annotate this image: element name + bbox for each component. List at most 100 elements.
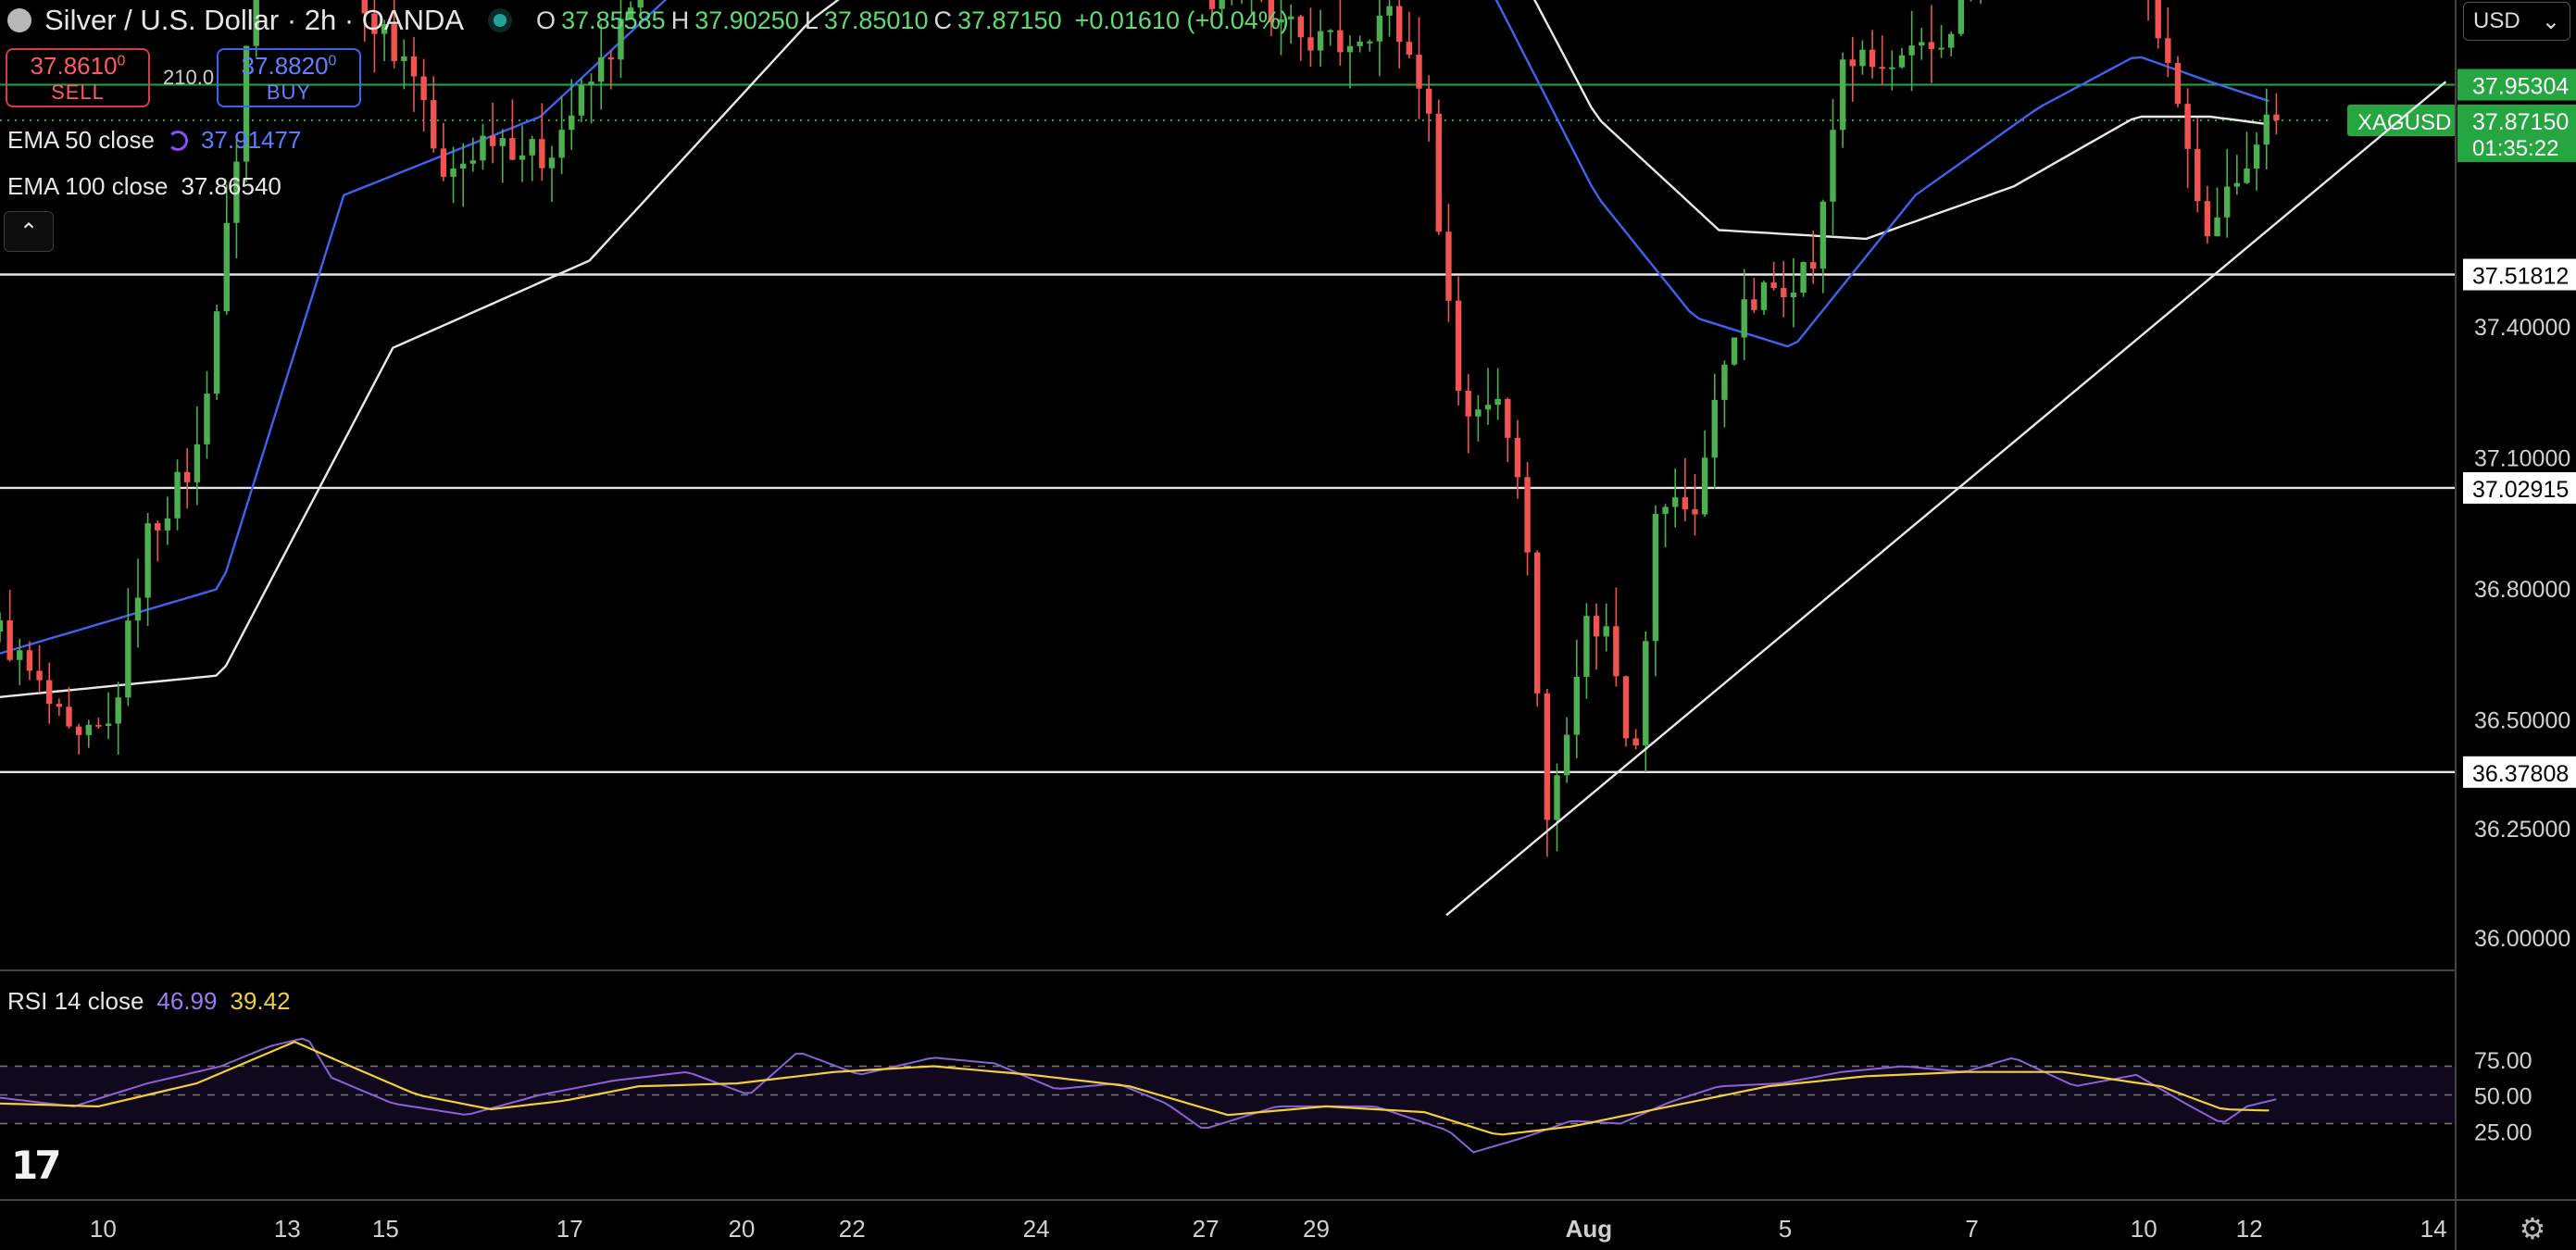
- ohlc-readout: O 37.85585 H 37.90250 L 37.85010 C 37.87150 …: [536, 6, 1289, 35]
- price-tick-label: 37.10000: [2474, 446, 2570, 472]
- ema100-legend[interactable]: EMA 100 close 37.86540: [7, 172, 281, 201]
- countdown-label: 01:35:22: [2472, 136, 2558, 161]
- candle-body: [2184, 104, 2191, 149]
- sync-icon[interactable]: [167, 130, 188, 151]
- candle-body: [1603, 626, 1609, 637]
- gear-icon[interactable]: ⚙: [2515, 1211, 2550, 1246]
- candle-body: [1416, 55, 1422, 89]
- candles: [0, 0, 2280, 857]
- candle-body: [558, 130, 565, 158]
- sell-price: 37.86100: [30, 51, 126, 80]
- tradingview-logo-icon[interactable]: 17: [11, 1143, 61, 1188]
- candle-body: [1583, 616, 1590, 677]
- candle-body: [125, 620, 131, 698]
- candle-body: [1760, 282, 1768, 310]
- candle-body: [1406, 42, 1413, 56]
- candle-body: [1357, 41, 1363, 46]
- collapse-legend-button[interactable]: ⌃: [4, 211, 54, 252]
- candle-body: [164, 518, 171, 531]
- live-status-icon: [494, 14, 507, 27]
- candle-body: [1514, 437, 1521, 478]
- candle-body: [36, 670, 43, 681]
- candle-body: [75, 726, 82, 735]
- price-tick-label: 36.25000: [2474, 817, 2570, 843]
- time-tick-label: 10: [90, 1215, 117, 1243]
- chart-header: Silver / U.S. Dollar · 2h · OANDA O 37.85…: [0, 0, 1289, 41]
- candle-body: [1908, 45, 1915, 56]
- candle-body: [1652, 514, 1659, 642]
- candle-body: [1505, 398, 1511, 438]
- rsi-legend[interactable]: RSI 14 close 46.99 39.42: [7, 987, 291, 1016]
- candle-body: [1613, 626, 1619, 677]
- candle-body: [420, 76, 427, 101]
- candle-body: [2273, 114, 2280, 120]
- silver-symbol-icon[interactable]: [7, 8, 31, 32]
- candle-body: [1889, 67, 1895, 69]
- change-value: +0.01610 (+0.04%): [1074, 6, 1289, 34]
- candle-body: [548, 157, 556, 169]
- candle-body: [1307, 37, 1314, 51]
- price-chart[interactable]: 39.5252538.9718138.4862837.5181237.02915…: [0, 0, 2576, 1250]
- candle-body: [588, 81, 594, 85]
- close-value: 37.87150: [957, 6, 1062, 34]
- candle-body: [578, 84, 585, 116]
- rsi-tick-label: 25.00: [2474, 1119, 2532, 1145]
- ema100-value: 37.86540: [181, 172, 281, 200]
- candle-body: [1573, 676, 1580, 735]
- rsi-ma-value: 39.42: [230, 987, 291, 1015]
- candle-body: [459, 163, 467, 169]
- candle-body: [1711, 399, 1718, 458]
- candle-body: [2214, 217, 2220, 237]
- candle-body: [1839, 59, 1846, 131]
- candle-body: [1484, 405, 1492, 410]
- candle-body: [1770, 282, 1777, 289]
- candle-body: [597, 57, 605, 82]
- candle-body: [1849, 59, 1856, 67]
- candle-body: [194, 444, 201, 482]
- candle-body: [1800, 262, 1807, 294]
- candle-body: [1790, 293, 1797, 298]
- candle-body: [2195, 148, 2201, 202]
- rsi-tick-label: 75.00: [2474, 1048, 2532, 1074]
- time-tick-label: 20: [728, 1215, 755, 1243]
- candle-body: [213, 311, 220, 394]
- time-tick-label: 13: [274, 1215, 301, 1243]
- candle-body: [1317, 31, 1324, 51]
- ema50-legend[interactable]: EMA 50 close 37.91477: [7, 126, 301, 155]
- candle-body: [1643, 641, 1649, 745]
- candle-body: [480, 135, 486, 161]
- candle-body: [134, 597, 142, 621]
- buy-price: 37.88200: [241, 51, 337, 80]
- sell-button[interactable]: 37.86100 SELL: [6, 48, 150, 107]
- time-tick-label: 22: [839, 1215, 866, 1243]
- candle-body: [1465, 390, 1471, 417]
- open-label: O: [536, 6, 556, 34]
- candle-body: [1928, 42, 1935, 50]
- candle-body: [1425, 88, 1432, 114]
- level-price-label: 37.51812: [2472, 264, 2569, 290]
- candle-body: [2233, 182, 2241, 187]
- candle-body: [1721, 364, 1728, 400]
- candle-body: [607, 57, 615, 60]
- candle-body: [1898, 55, 1906, 68]
- time-tick-label: 27: [1193, 1215, 1219, 1243]
- candle-body: [2155, 0, 2161, 39]
- ema100-label: EMA 100 close: [7, 172, 169, 200]
- candle-body: [26, 650, 33, 671]
- trade-panel: 37.86100 SELL 210.0 37.88200 BUY: [6, 48, 361, 107]
- candle-body: [1475, 409, 1482, 417]
- buy-button[interactable]: 37.88200 BUY: [217, 48, 361, 107]
- currency-label: USD: [2473, 8, 2520, 33]
- rsi-label: RSI 14 close: [7, 987, 144, 1015]
- candle-body: [6, 620, 13, 660]
- time-tick-label: 29: [1303, 1215, 1330, 1243]
- candle-body: [1751, 299, 1757, 310]
- currency-selector[interactable]: USD ⌄: [2463, 2, 2570, 41]
- candle-body: [2253, 144, 2260, 169]
- time-tick-label: 14: [2420, 1215, 2447, 1243]
- candle-body: [499, 138, 506, 146]
- candle-body: [2223, 186, 2231, 218]
- candle-body: [1563, 734, 1570, 776]
- candle-body: [1632, 738, 1639, 745]
- symbol-title[interactable]: Silver / U.S. Dollar · 2h · OANDA: [44, 4, 464, 37]
